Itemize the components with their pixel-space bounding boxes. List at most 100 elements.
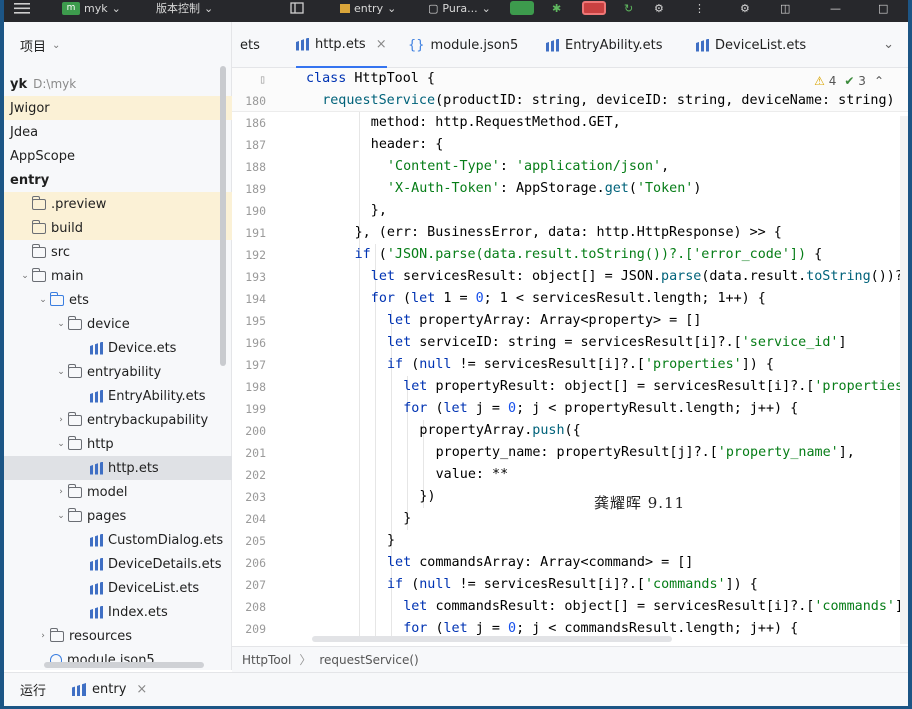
code-line[interactable]: }) [419, 486, 435, 508]
close-icon[interactable]: × [376, 37, 387, 52]
code-line[interactable]: if (null != servicesResult[i]?.['propert… [387, 354, 774, 376]
code-line[interactable]: let commandsArray: Array<command> = [] [387, 552, 693, 574]
project-switcher[interactable]: m myk ⌄ [62, 0, 121, 16]
chevron-down-icon[interactable]: ⌄ [54, 319, 68, 329]
code-line[interactable]: for (let 1 = 0; 1 < servicesResult.lengt… [371, 288, 766, 310]
window-maximize-button[interactable]: □ [878, 0, 888, 16]
tree-item[interactable]: CustomDialog.ets [4, 528, 232, 552]
tree-item[interactable]: ⌄ device [4, 312, 232, 336]
tab-entryability-ets[interactable]: EntryAbility.ets [546, 22, 663, 68]
tree-item[interactable]: ⌄ ets [4, 288, 232, 312]
tree-item[interactable]: .preview [4, 192, 232, 216]
tree-item[interactable]: AppScope [4, 144, 232, 168]
code-line[interactable]: let servicesResult: object[] = JSON.pars… [371, 266, 908, 288]
tree-item[interactable]: ⌄ pages [4, 504, 232, 528]
code-line[interactable]: }, (err: BusinessError, data: http.HttpR… [355, 222, 782, 244]
tree-item[interactable]: Jwigor [4, 96, 232, 120]
sync-button[interactable]: ↻ [624, 0, 633, 16]
tree-item[interactable]: ⌄ http [4, 432, 232, 456]
code-line[interactable]: let propertyResult: object[] = servicesR… [403, 376, 908, 398]
tree-item[interactable]: Index.ets [4, 600, 232, 624]
fold-marker-icon[interactable]: ▯ [232, 72, 266, 86]
tree-item[interactable]: › resources [4, 624, 232, 648]
chevron-down-icon[interactable]: ⌄ [36, 295, 50, 305]
editor-scrollbar[interactable] [900, 116, 908, 644]
tree-item[interactable]: entry [4, 168, 232, 192]
layout-icon[interactable] [290, 0, 304, 16]
inspection-widget[interactable]: ⚠ 4 ✔ 3 ⌃ [814, 74, 884, 88]
code-line[interactable]: 'X-Auth-Token': AppStorage.get('Token') [387, 178, 701, 200]
code-token: j = [475, 401, 508, 416]
code-line[interactable]: value: ** [436, 464, 509, 486]
chevron-up-icon[interactable]: ⌃ [874, 74, 884, 88]
code-line[interactable]: if (null != servicesResult[i]?.['command… [387, 574, 758, 596]
project-panel-header[interactable]: 项目 ⌄ [20, 36, 60, 55]
panel-scrollbar[interactable] [220, 66, 226, 366]
chevron-right-icon[interactable]: › [36, 631, 50, 641]
project-badge-icon: m [62, 1, 80, 15]
breadcrumb-method[interactable]: requestService() [319, 653, 418, 667]
code-editor[interactable]: 186 187 188 189 190 191 192 193 194 195 196 197 198 1… [232, 68, 908, 644]
vcs-menu[interactable]: 版本控制 ⌄ [156, 0, 213, 16]
editor-horizontal-scrollbar[interactable] [312, 636, 672, 642]
tab-label: ets [240, 37, 260, 53]
tree-item[interactable]: Jdea [4, 120, 232, 144]
tree-item[interactable]: DeviceDetails.ets [4, 552, 232, 576]
tab-devicelist-ets[interactable]: DeviceList.ets [696, 22, 806, 68]
chevron-down-icon[interactable]: ⌄ [18, 271, 32, 281]
code-line[interactable]: } [387, 530, 395, 552]
tree-item[interactable]: ⌄ main [4, 264, 232, 288]
tree-item[interactable]: › entrybackupability [4, 408, 232, 432]
code-line[interactable]: header: { [371, 134, 444, 156]
chevron-down-icon[interactable]: ⌄ [54, 367, 68, 377]
tab-module-json5[interactable]: {} module.json5 [408, 22, 518, 68]
chevron-down-icon[interactable]: ⌄ [54, 511, 68, 521]
code-line[interactable]: property_name: propertyResult[j]?.['prop… [436, 442, 855, 464]
code-line[interactable]: }, [371, 200, 387, 222]
tree-item[interactable]: src [4, 240, 232, 264]
tree-item[interactable]: Device.ets [4, 336, 232, 360]
tree-item[interactable]: yk D:\myk [4, 72, 232, 96]
code-line[interactable]: 'Content-Type': 'application/json', [387, 156, 669, 178]
tree-item[interactable]: build [4, 216, 232, 240]
tree-item[interactable]: ⌄ entryability [4, 360, 232, 384]
code-line[interactable]: requestService(productID: string, device… [322, 90, 894, 112]
tab-ets[interactable]: ets [240, 22, 260, 68]
code-line[interactable]: method: http.RequestMethod.GET, [371, 112, 621, 134]
code-line[interactable]: let propertyArray: Array<property> = [] [387, 310, 701, 332]
close-icon[interactable]: × [136, 682, 147, 697]
split-view-button[interactable]: ◫ [780, 0, 790, 16]
run-tool-window-title[interactable]: 运行 [20, 680, 46, 699]
code-line[interactable]: let serviceID: string = servicesResult[i… [387, 332, 847, 354]
tree-item[interactable]: http.ets [4, 456, 232, 480]
code-line[interactable]: class HttpTool { [306, 68, 435, 90]
code-line[interactable]: } [403, 508, 411, 530]
code-line[interactable]: for (let j = 0; j < propertyResult.lengt… [403, 398, 798, 420]
tab-http-ets[interactable]: http.ets × [296, 22, 387, 68]
code-line[interactable]: let commandsResult: object[] = servicesR… [403, 596, 903, 618]
tree-item[interactable]: EntryAbility.ets [4, 384, 232, 408]
tree-item[interactable]: › model [4, 480, 232, 504]
code-line[interactable]: propertyArray.push({ [419, 420, 580, 442]
panel-horizontal-scrollbar[interactable] [44, 662, 204, 668]
run-config-selector[interactable]: entry ⌄ [340, 0, 396, 16]
settings-button[interactable]: ⚙ [654, 0, 664, 16]
tree-item[interactable]: module.json5 [4, 648, 232, 672]
breadcrumb-class[interactable]: HttpTool [242, 653, 291, 667]
code-line[interactable]: if ('JSON.parse(data.result.toString())?… [355, 244, 823, 266]
more-button[interactable]: ⋮ [694, 0, 705, 16]
run-tab-entry[interactable]: entry × [72, 682, 147, 697]
stop-button[interactable] [582, 0, 606, 16]
debug-button[interactable]: ✱ [552, 0, 561, 16]
code-token: : AppStorage. [499, 181, 605, 196]
chevron-down-icon[interactable]: ⌄ [54, 439, 68, 449]
tree-item[interactable]: DeviceList.ets [4, 576, 232, 600]
run-button[interactable] [510, 0, 534, 16]
hamburger-menu-icon[interactable] [14, 0, 30, 16]
device-selector[interactable]: ▢ Pura... ⌄ [428, 0, 491, 16]
tab-menu-chevron-icon[interactable]: ⌄ [883, 37, 894, 52]
window-minimize-button[interactable]: — [830, 0, 841, 16]
chevron-right-icon[interactable]: › [54, 415, 68, 425]
ide-settings-button[interactable]: ⚙ [740, 0, 750, 16]
chevron-right-icon[interactable]: › [54, 487, 68, 497]
